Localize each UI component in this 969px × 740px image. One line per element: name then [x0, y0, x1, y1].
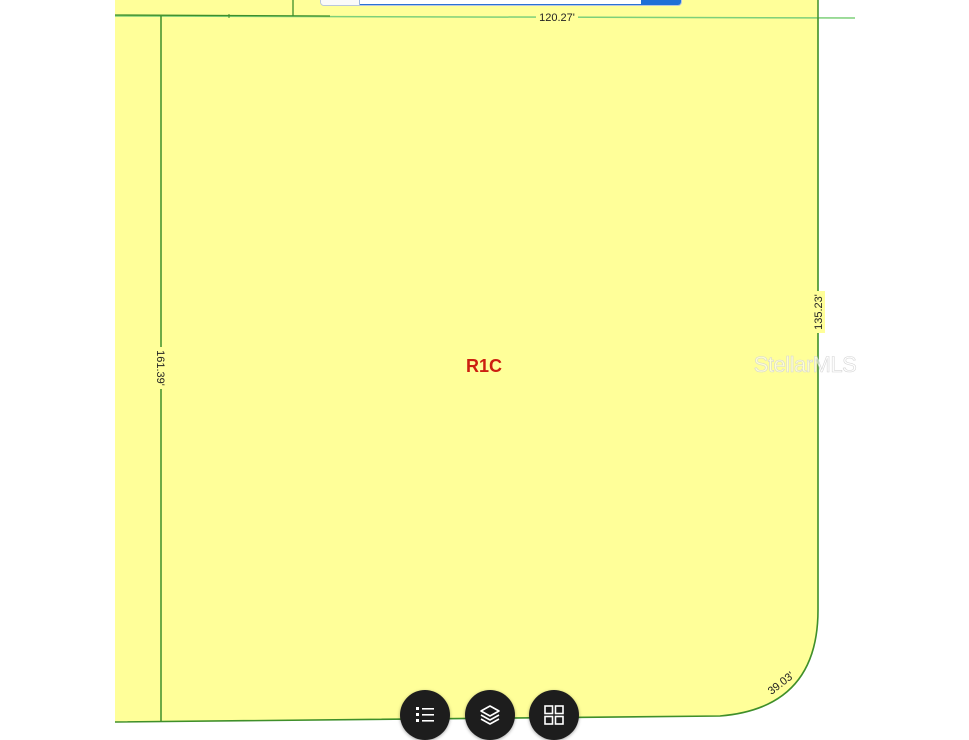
dimension-right: 135.23' — [813, 294, 825, 330]
search-input[interactable] — [360, 0, 641, 5]
dimension-left: 161.39' — [154, 350, 166, 386]
search-button[interactable] — [641, 0, 681, 5]
grid-icon — [544, 705, 564, 725]
watermark-logo: StellarMLS — [754, 352, 857, 377]
list-icon — [416, 707, 434, 722]
zone-label: R1C — [466, 356, 502, 376]
parcel-map[interactable]: 120.27' 161.39' 135.23' 39.03' R1C Stell… — [0, 0, 969, 727]
grid-button[interactable] — [529, 690, 579, 740]
search-mode-toggle[interactable] — [321, 0, 360, 5]
dimension-top: 120.27' — [539, 12, 575, 24]
layers-icon — [480, 705, 500, 725]
layers-button[interactable] — [465, 690, 515, 740]
search-bar[interactable] — [320, 0, 682, 6]
list-button[interactable] — [400, 690, 450, 740]
